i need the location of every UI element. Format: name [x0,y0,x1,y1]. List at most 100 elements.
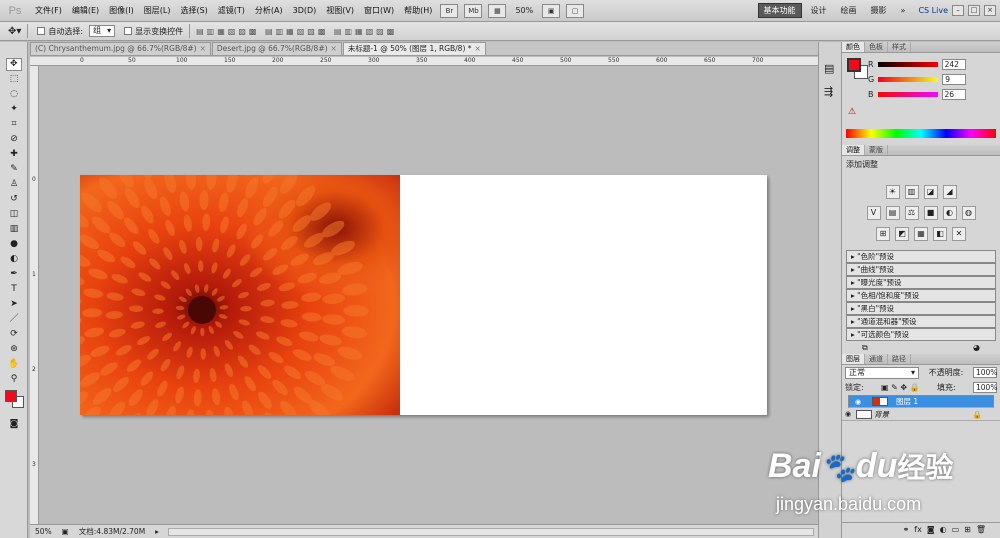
vibrance-icon[interactable]: V [866,206,881,220]
align-icons[interactable]: ▤▥▦▧▨▩ ▤▥▦▧▨▩ ▤▥▦▧▨▩ [196,27,397,36]
lock-icons[interactable]: ▣ ✎ ✥ 🔒 [881,383,920,392]
levels-icon[interactable]: ▥ [904,185,919,199]
healing-brush-icon[interactable]: ✚ [6,148,22,161]
menu-layer[interactable]: 图层(L) [139,5,176,16]
arrange-icon[interactable]: ▣ [542,3,561,18]
layer-row-background[interactable]: ◉ 背景 🔒 [842,408,1000,421]
tab-layers[interactable]: 图层 [842,354,865,364]
preset-channel-mixer[interactable]: ▸ "通道混和器"预设 [846,315,996,328]
workspace-more[interactable]: » [896,5,911,16]
tab-adjustments[interactable]: 调整 [842,145,865,155]
b-value[interactable]: 26 [941,89,966,100]
status-arrow-icon[interactable]: ▸ [150,527,164,536]
clip-icon[interactable]: ⧉ [862,343,868,354]
history-brush-icon[interactable]: ↺ [6,193,22,206]
lasso-tool-icon[interactable]: ◌ [6,88,22,101]
menu-window[interactable]: 窗口(W) [359,5,399,16]
status-zoom[interactable]: 50% [30,527,57,536]
link-icon[interactable]: ⚭ [903,525,910,534]
pen-tool-icon[interactable]: ✒ [6,268,22,281]
menu-select[interactable]: 选择(S) [175,5,212,16]
preset-bw[interactable]: ▸ "黑白"预设 [846,302,996,315]
close-icon[interactable]: × [331,44,337,53]
tab-untitled-1[interactable]: 未标题-1 @ 50% (图层 1, RGB/8) * × [342,42,486,55]
marquee-tool-icon[interactable]: ⬚ [6,73,22,86]
move-tool-icon[interactable]: ✥ [6,58,22,71]
trash-icon[interactable]: 🗑 [976,525,986,534]
tab-color[interactable]: 颜色 [842,42,865,52]
tab-masks[interactable]: 蒙版 [865,145,888,155]
menu-help[interactable]: 帮助(H) [399,5,437,16]
warning-icon[interactable]: ⚠ [848,107,856,117]
type-tool-icon[interactable]: T [6,283,22,296]
color-spectrum[interactable] [846,129,996,138]
preset-hue-sat[interactable]: ▸ "色相/饱和度"预设 [846,289,996,302]
tab-paths[interactable]: 路径 [888,354,911,364]
hue-sat-icon[interactable]: ▤ [885,206,900,220]
menu-view[interactable]: 视图(V) [321,5,359,16]
layer-row-1[interactable]: ◉ 图层 1 [848,395,994,408]
show-transform-checkbox[interactable] [124,27,133,35]
color-balance-icon[interactable]: ⚖ [904,206,919,220]
menu-3d[interactable]: 3D(D) [288,6,322,15]
quick-mask-icon[interactable]: ◙ [6,418,22,431]
menu-edit[interactable]: 编辑(E) [67,5,104,16]
brush-tool-icon[interactable]: ✎ [6,163,22,176]
gradient-map-icon[interactable]: ◧ [933,227,947,241]
fx-icon[interactable]: fx [914,525,922,534]
brightness-icon[interactable]: ☀ [885,185,900,199]
3d-orbit-icon[interactable]: ⊛ [6,343,22,356]
eyedropper-icon[interactable]: ⊘ [6,133,22,146]
photo-filter-icon[interactable]: ◐ [942,206,957,220]
r-value[interactable]: 242 [941,59,966,70]
b-slider[interactable] [877,92,938,97]
zoom-select[interactable]: 50% [515,6,533,15]
grid-icon[interactable]: ▦ [488,3,507,18]
gradient-tool-icon[interactable]: ▥ [6,223,22,236]
zoom-tool-icon[interactable]: ⚲ [6,373,22,386]
blend-mode-select[interactable]: 正常 ▾ [845,366,919,379]
eraser-icon[interactable]: ◫ [6,208,22,221]
selective-color-icon[interactable]: ✕ [952,227,966,241]
tab-swatches[interactable]: 色板 [865,42,888,52]
close-icon[interactable]: × [984,5,996,16]
group-icon[interactable]: ▭ [952,525,960,534]
workspace-essentials[interactable]: 基本功能 [757,3,802,18]
close-icon[interactable]: × [200,44,206,53]
mask-icon[interactable]: ◙ [927,525,935,534]
tab-chrysanthemum[interactable]: (C) Chrysanthemum.jpg @ 66.7%(RGB/8#) × [30,42,211,55]
tab-channels[interactable]: 通道 [865,354,888,364]
document-canvas[interactable] [80,175,767,415]
new-layer-icon[interactable]: ⊞ [964,525,971,534]
curves-icon[interactable]: ◪ [923,185,938,199]
preset-levels[interactable]: ▸ "色阶"预设 [846,250,996,263]
close-icon[interactable]: × [475,44,481,53]
g-slider[interactable] [878,77,939,82]
color-fg-swatch[interactable] [847,58,861,72]
workspace-painting[interactable]: 绘画 [836,4,862,17]
opacity-input[interactable]: 100% [972,367,997,378]
preset-exposure[interactable]: ▸ "曝光度"预设 [846,276,996,289]
threshold-icon[interactable]: ▦ [914,227,928,241]
eye-icon[interactable]: ◉ [842,410,854,418]
tab-styles[interactable]: 样式 [888,42,911,52]
camera-icon[interactable]: ◕ [973,343,980,354]
posterize-icon[interactable]: ◩ [895,227,909,241]
hand-tool-icon[interactable]: ✋ [6,358,22,371]
channel-mixer-icon[interactable]: ◍ [961,206,976,220]
workspace-photography[interactable]: 摄影 [866,4,892,17]
exposure-icon[interactable]: ◢ [942,185,957,199]
cs-live-button[interactable]: CS Live [918,6,948,15]
preset-selective-color[interactable]: ▸ "可选颜色"预设 [846,328,996,341]
clone-stamp-icon[interactable]: ♙ [6,178,22,191]
status-info-icon[interactable]: ▣ [57,527,74,536]
move-tool-icon[interactable]: ✥▾ [8,26,21,37]
foreground-color-swatch[interactable] [5,390,17,402]
menu-filter[interactable]: 滤镜(T) [213,5,250,16]
menu-analysis[interactable]: 分析(A) [250,5,288,16]
dodge-tool-icon[interactable]: ◐ [6,253,22,266]
auto-select-dropdown[interactable]: 组 ▾ [89,25,116,37]
eye-icon[interactable]: ◉ [852,397,864,407]
menu-image[interactable]: 图像(I) [104,5,139,16]
bridge-button[interactable]: Br [440,3,459,18]
